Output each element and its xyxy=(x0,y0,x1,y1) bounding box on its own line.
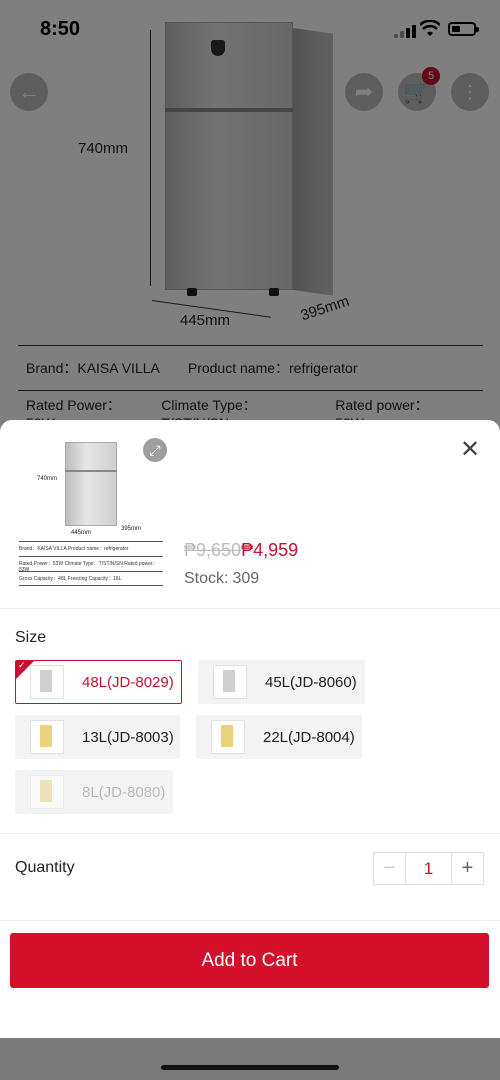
size-option-thumb xyxy=(30,665,64,699)
size-option-48l[interactable]: 48L(JD-8029) xyxy=(15,660,182,704)
size-option-thumb xyxy=(211,720,245,754)
size-option-label: 22L(JD-8004) xyxy=(263,728,355,746)
size-option-label: 48L(JD-8029) xyxy=(82,673,174,691)
size-option-45l[interactable]: 45L(JD-8060) xyxy=(198,660,365,704)
size-option-label: 8L(JD-8080) xyxy=(82,783,166,801)
stock-value: 309 xyxy=(232,570,260,587)
quantity-input[interactable]: 1 xyxy=(406,853,451,884)
thumb-spec-row: Gross Capacity：48L Freezing Capacity：16L xyxy=(19,571,163,586)
size-option-13l[interactable]: 13L(JD-8003) xyxy=(15,715,180,759)
original-price: ₱9,650 xyxy=(184,540,242,560)
size-option-8l: 8L(JD-8080) xyxy=(15,770,173,814)
divider xyxy=(0,608,500,609)
divider xyxy=(0,833,500,834)
expand-image-button[interactable]: ⤢ xyxy=(143,438,167,462)
size-option-thumb xyxy=(213,665,247,699)
system-bottom-area xyxy=(0,1038,500,1080)
decrease-quantity-button[interactable]: − xyxy=(374,853,406,884)
expand-icon: ⤢ xyxy=(149,441,161,458)
size-option-22l[interactable]: 22L(JD-8004) xyxy=(196,715,362,759)
size-option-label: 45L(JD-8060) xyxy=(265,673,357,691)
divider xyxy=(0,920,500,921)
sale-price: ₱4,959 xyxy=(241,540,299,560)
modal-backdrop[interactable] xyxy=(0,0,500,430)
add-to-cart-button[interactable]: Add to Cart xyxy=(10,933,489,988)
minus-icon: − xyxy=(383,857,396,879)
thumb-width-label: 445mm xyxy=(71,530,92,536)
thumb-depth-label: 395mm xyxy=(121,526,142,532)
thumb-height-label: 740mm xyxy=(37,476,58,482)
quantity-label: Quantity xyxy=(15,859,75,876)
size-section-label: Size xyxy=(15,629,47,646)
thumb-spec-row: Brand：KAISA VILLA Product name：refrigera… xyxy=(19,541,163,552)
increase-quantity-button[interactable]: + xyxy=(451,853,483,884)
stock-label: Stock: xyxy=(184,570,229,587)
size-option-thumb xyxy=(30,720,64,754)
price-block: ₱9,650₱4,959 xyxy=(184,540,298,561)
size-option-thumb xyxy=(30,775,64,809)
stock-info: Stock: 309 xyxy=(184,570,259,588)
plus-icon: + xyxy=(461,857,474,879)
quantity-stepper: − 1 + xyxy=(373,852,484,885)
variant-thumbnail: 740mm 445mm 395mm Brand：KAISA VILLA Prod… xyxy=(17,436,167,604)
close-button[interactable]: ✕ xyxy=(458,438,482,462)
size-option-label: 13L(JD-8003) xyxy=(82,728,174,746)
close-icon: ✕ xyxy=(459,436,481,463)
home-indicator[interactable] xyxy=(161,1065,339,1070)
